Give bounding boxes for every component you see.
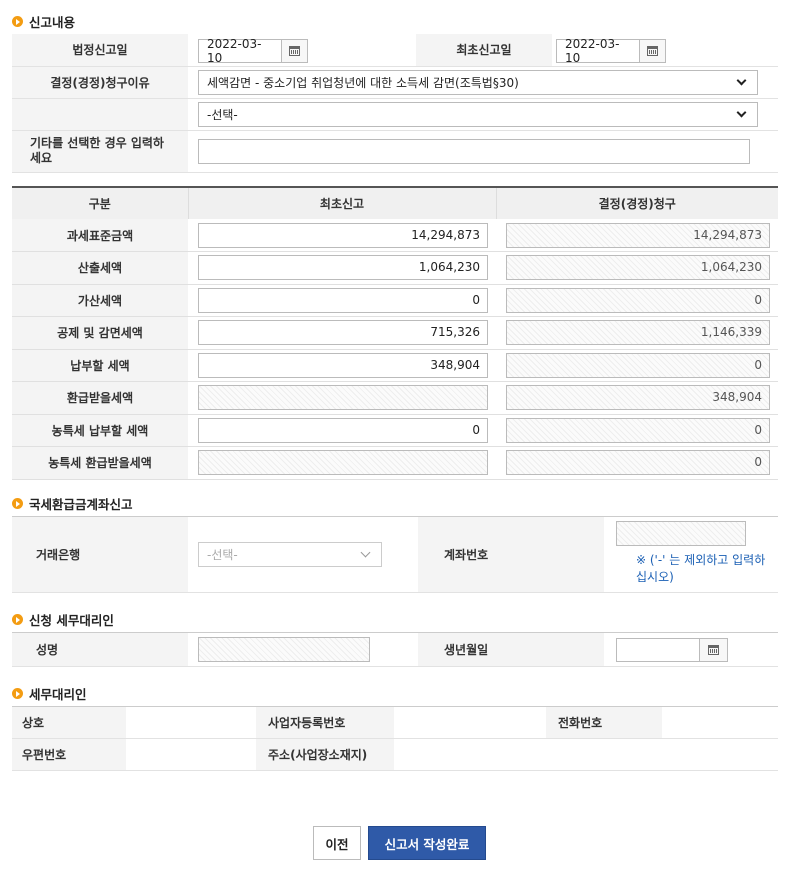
grid-row: 납부할 세액 348,904 0 [12, 349, 778, 382]
grid-row-label: 농특세 납부할 세액 [12, 414, 188, 447]
section-title-text: 신고내용 [29, 15, 76, 30]
tax-agent-table: 상호 사업자등록번호 전화번호 우편번호 주소(사업장소재지) [12, 706, 778, 771]
agent-name-label: 성명 [12, 632, 188, 667]
grid-row: 과세표준금액 14,294,873 14,294,873 [12, 219, 778, 252]
initial-amount-input[interactable]: 715,326 [198, 320, 488, 346]
first-date-label: 최초신고일 [416, 34, 552, 67]
chevron-down-icon [736, 107, 747, 117]
claim-amount-input: 0 [506, 352, 770, 378]
reason-detail-select-value: -선택- [207, 107, 238, 122]
account-number-note: ※ ('-' 는 제외하고 입력하십시오) [636, 553, 766, 584]
company-value [126, 706, 256, 739]
other-input-label: 기타를 선택한 경우 입력하세요 [12, 130, 188, 173]
calendar-icon[interactable] [639, 39, 665, 62]
reason-detail-select[interactable]: -선택- [198, 101, 758, 127]
reason-select[interactable]: 세액감면 - 중소기업 취업청년에 대한 소득세 감면(조특법§30) [198, 69, 758, 95]
first-date-value: 2022-03-10 [565, 36, 620, 65]
phone-label: 전화번호 [546, 706, 662, 739]
section-title-refund-account: 국세환급금계좌신고 [12, 494, 133, 513]
grid-row-label: 과세표준금액 [12, 219, 188, 252]
claim-amount-input: 0 [506, 287, 770, 313]
grid-header-initial: 최초신고 [187, 186, 496, 219]
grid-row-label: 가산세액 [12, 284, 188, 317]
claim-amount-input: 0 [506, 417, 770, 443]
account-number-label: 계좌번호 [418, 516, 604, 593]
calendar-icon[interactable] [699, 638, 727, 661]
bank-select-value: -선택- [207, 548, 238, 562]
claim-amount-input: 14,294,873 [506, 222, 770, 248]
arrow-bullet-icon [12, 498, 23, 509]
address-value [394, 738, 778, 771]
grid-row-label: 농특세 환급받을세액 [12, 446, 188, 480]
legal-date-value: 2022-03-10 [207, 36, 262, 65]
complete-button[interactable]: 신고서 작성완료 [368, 826, 486, 860]
bank-select[interactable]: -선택- [198, 542, 382, 567]
reason-select-value: 세액감면 - 중소기업 취업청년에 대한 소득세 감면(조특법§30) [207, 75, 519, 90]
calendar-icon[interactable] [281, 39, 307, 62]
account-number-input[interactable] [616, 521, 746, 546]
grid-row: 농특세 환급받을세액 0 [12, 446, 778, 480]
claim-amount-input: 348,904 [506, 385, 770, 411]
birth-date-field[interactable] [616, 637, 728, 662]
address-label: 주소(사업장소재지) [256, 738, 394, 771]
first-date-field[interactable]: 2022-03-10 [556, 36, 666, 65]
initial-amount-input[interactable]: 1,064,230 [198, 255, 488, 281]
grid-row-label: 산출세액 [12, 251, 188, 285]
grid-row-label: 환급받을세액 [12, 381, 188, 415]
other-reason-input[interactable] [198, 138, 750, 164]
reason2-label-empty [12, 98, 188, 131]
section-title-tax-agent: 세무대리인 [12, 684, 87, 703]
initial-amount-input[interactable]: 14,294,873 [198, 222, 488, 248]
grid-row: 공제 및 감면세액 715,326 1,146,339 [12, 316, 778, 350]
initial-amount-input[interactable]: 348,904 [198, 352, 488, 378]
bank-label: 거래은행 [12, 516, 188, 593]
arrow-bullet-icon [12, 16, 23, 27]
section-title-text: 국세환급금계좌신고 [29, 497, 133, 512]
legal-date-field[interactable]: 2022-03-10 [198, 36, 308, 65]
grid-row: 환급받을세액 348,904 [12, 381, 778, 415]
amount-grid: 구분 최초신고 결정(경정)청구 과세표준금액 14,294,873 14,294,… [12, 186, 778, 480]
section-title-report: 신고내용 [12, 12, 75, 31]
birth-date-label: 생년월일 [418, 632, 604, 667]
biz-no-label: 사업자등록번호 [256, 706, 394, 739]
biz-no-value [394, 706, 546, 739]
claim-amount-input: 1,146,339 [506, 320, 770, 346]
report-info-table: 법정신고일 2022-03-10 최초신고일 2022-03-10 결정(경정)… [12, 34, 778, 173]
initial-amount-input [198, 450, 488, 476]
initial-amount-input[interactable]: 0 [198, 287, 488, 313]
initial-amount-input[interactable]: 0 [198, 417, 488, 443]
grid-row: 가산세액 0 0 [12, 284, 778, 317]
section-title-applicant-agent: 신청 세무대리인 [12, 610, 114, 629]
grid-row-label: 공제 및 감면세액 [12, 316, 188, 350]
legal-date-label: 법정신고일 [12, 34, 188, 67]
grid-header-category: 구분 [12, 186, 188, 219]
claim-amount-input: 1,064,230 [506, 255, 770, 281]
claim-amount-input: 0 [506, 450, 770, 476]
chevron-down-icon [360, 547, 371, 558]
arrow-bullet-icon [12, 688, 23, 699]
applicant-agent-table: 성명 생년월일 [12, 632, 778, 667]
phone-value [662, 706, 778, 739]
reason-label: 결정(경정)청구이유 [12, 66, 188, 99]
initial-amount-input [198, 385, 488, 411]
refund-account-table: 거래은행 -선택- 계좌번호 ※ ('-' 는 제외하고 입력하십시오) [12, 516, 778, 593]
prev-button[interactable]: 이전 [313, 826, 361, 860]
company-label: 상호 [12, 706, 126, 739]
grid-header-claim: 결정(경정)청구 [495, 186, 778, 219]
grid-row: 농특세 납부할 세액 0 0 [12, 414, 778, 447]
section-title-text: 세무대리인 [29, 687, 87, 702]
grid-row: 산출세액 1,064,230 1,064,230 [12, 251, 778, 285]
chevron-down-icon [736, 75, 747, 85]
agent-name-input[interactable] [198, 637, 370, 662]
zip-label: 우편번호 [12, 738, 126, 771]
section-title-text: 신청 세무대리인 [29, 613, 114, 628]
grid-row-label: 납부할 세액 [12, 349, 188, 382]
arrow-bullet-icon [12, 614, 23, 625]
zip-value [126, 738, 256, 771]
